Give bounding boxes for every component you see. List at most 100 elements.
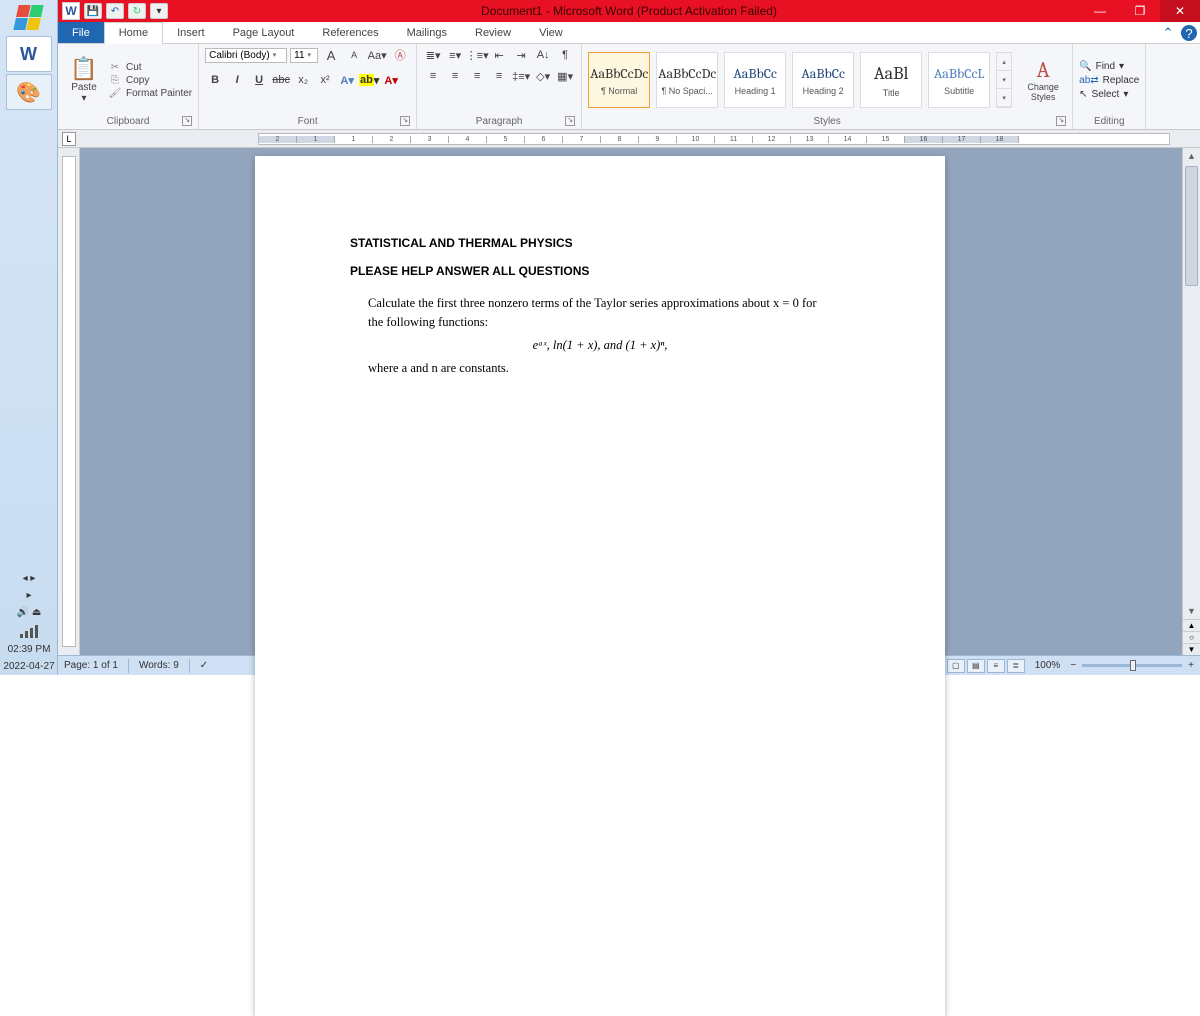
minimize-ribbon-icon[interactable]: ⌃ (1158, 22, 1178, 43)
zoom-out-button[interactable]: − (1070, 660, 1076, 671)
tab-references[interactable]: References (308, 22, 392, 43)
qat-save-icon[interactable]: 💾 (84, 3, 102, 19)
sort-button[interactable]: A↓ (533, 46, 553, 64)
format-painter-button[interactable]: 🖌Format Painter (108, 88, 192, 99)
view-full-screen[interactable]: ▢ (947, 659, 965, 673)
strikethrough-button[interactable]: abc (271, 71, 291, 89)
select-button[interactable]: ↖Select ▾ (1079, 89, 1139, 100)
subscript-button[interactable]: x₂ (293, 71, 313, 89)
style-title[interactable]: AaBlTitle (860, 52, 922, 108)
zoom-slider[interactable] (1082, 664, 1182, 667)
style-normal[interactable]: AaBbCcDc¶ Normal (588, 52, 650, 108)
volume-icon[interactable]: 🔊 ⏏ (0, 604, 58, 621)
clock-date[interactable]: 2022-04-27 (0, 658, 58, 675)
increase-indent-button[interactable]: ⇥ (511, 46, 531, 64)
font-size-select[interactable]: 11▾ (290, 48, 318, 63)
browse-object-icon[interactable]: ○ (1183, 631, 1200, 643)
align-right-button[interactable]: ≡ (467, 67, 487, 85)
clear-formatting-button[interactable]: Ⓐ (390, 46, 410, 64)
clock-time[interactable]: 02:39 PM (0, 641, 58, 658)
group-paragraph: ≣▾ ≡▾ ⋮≡▾ ⇤ ⇥ A↓ ¶ ≡ ≡ ≡ ≡ ‡≡▾ ◇▾ ▦▾ (417, 44, 582, 129)
doc-heading-2: PLEASE HELP ANSWER ALL QUESTIONS (350, 264, 850, 278)
style-subtitle[interactable]: AaBbCcLSubtitle (928, 52, 990, 108)
underline-button[interactable]: U (249, 71, 269, 89)
vertical-scrollbar[interactable]: ▲ ▼ ▲○▼ (1182, 148, 1200, 655)
font-name-select[interactable]: Calibri (Body)▾ (205, 48, 287, 63)
paste-icon: 📋 (70, 56, 97, 82)
scroll-up-icon[interactable]: ▲ (1183, 148, 1200, 164)
change-styles-button[interactable]: AChange Styles (1020, 52, 1066, 108)
vertical-ruler[interactable] (58, 148, 80, 655)
font-color-button[interactable]: A▾ (381, 71, 401, 89)
zoom-in-button[interactable]: + (1188, 660, 1194, 671)
paste-button[interactable]: 📋 Paste ▾ (64, 56, 104, 104)
status-words[interactable]: Words: 9 (139, 660, 179, 671)
cut-button[interactable]: ✂Cut (108, 62, 192, 73)
italic-button[interactable]: I (227, 71, 247, 89)
bullets-button[interactable]: ≣▾ (423, 46, 443, 64)
bold-button[interactable]: B (205, 71, 225, 89)
paragraph-launcher[interactable]: ↘ (565, 116, 575, 126)
zoom-level[interactable]: 100% (1035, 660, 1061, 671)
taskbar-word-icon[interactable]: W (6, 36, 52, 72)
maximize-button[interactable]: ❐ (1120, 0, 1160, 22)
minimize-button[interactable]: — (1080, 0, 1120, 22)
shrink-font-button[interactable]: A (344, 46, 364, 64)
text-effects-button[interactable]: A▾ (337, 71, 357, 89)
qat-customize-icon[interactable]: ▾ (150, 3, 168, 19)
taskbar-overflow[interactable]: ◂ ▸ (0, 570, 58, 587)
view-outline[interactable]: ≡ (987, 659, 1005, 673)
styles-launcher[interactable]: ↘ (1056, 116, 1066, 126)
close-button[interactable]: ✕ (1160, 0, 1200, 22)
scroll-down-icon[interactable]: ▼ (1183, 603, 1200, 619)
qat-redo-icon[interactable]: ↻ (128, 3, 146, 19)
clipboard-launcher[interactable]: ↘ (182, 116, 192, 126)
qat-undo-icon[interactable]: ↶ (106, 3, 124, 19)
status-proofing-icon[interactable]: ✓ (200, 660, 208, 671)
view-web-layout[interactable]: ▤ (967, 659, 985, 673)
style-heading1[interactable]: AaBbCcHeading 1 (724, 52, 786, 108)
tab-view[interactable]: View (525, 22, 577, 43)
align-left-button[interactable]: ≡ (423, 67, 443, 85)
tab-page-layout[interactable]: Page Layout (219, 22, 309, 43)
justify-button[interactable]: ≡ (489, 67, 509, 85)
prev-page-icon[interactable]: ▲ (1183, 619, 1200, 631)
change-case-button[interactable]: Aa▾ (367, 46, 387, 64)
network-icon[interactable] (0, 621, 58, 641)
align-center-button[interactable]: ≡ (445, 67, 465, 85)
superscript-button[interactable]: x² (315, 71, 335, 89)
decrease-indent-button[interactable]: ⇤ (489, 46, 509, 64)
status-page[interactable]: Page: 1 of 1 (64, 660, 118, 671)
tab-selector[interactable]: L (62, 132, 76, 146)
taskbar-paint-icon[interactable]: 🎨 (6, 74, 52, 110)
view-draft[interactable]: ≣ (1007, 659, 1025, 673)
borders-button[interactable]: ▦▾ (555, 67, 575, 85)
tab-home[interactable]: Home (104, 22, 163, 44)
horizontal-ruler[interactable]: 21 123456789101112131415161718 (258, 133, 1170, 145)
multilevel-button[interactable]: ⋮≡▾ (467, 46, 487, 64)
replace-button[interactable]: ab⇄Replace (1079, 75, 1139, 86)
document-page[interactable]: STATISTICAL AND THERMAL PHYSICS PLEASE H… (255, 156, 945, 1016)
shading-button[interactable]: ◇▾ (533, 67, 553, 85)
grow-font-button[interactable]: A (321, 46, 341, 64)
tab-insert[interactable]: Insert (163, 22, 219, 43)
style-heading2[interactable]: AaBbCcHeading 2 (792, 52, 854, 108)
scroll-thumb[interactable] (1185, 166, 1198, 286)
tab-review[interactable]: Review (461, 22, 525, 43)
font-launcher[interactable]: ↘ (400, 116, 410, 126)
style-no-spacing[interactable]: AaBbCcDc¶ No Spaci... (656, 52, 718, 108)
copy-button[interactable]: ⎘Copy (108, 75, 192, 86)
find-button[interactable]: 🔍Find ▾ (1079, 61, 1139, 72)
taskbar-show-desktop[interactable]: ▸ (0, 587, 58, 604)
styles-gallery-more[interactable]: ▴▾▾ (996, 52, 1012, 108)
line-spacing-button[interactable]: ‡≡▾ (511, 67, 531, 85)
show-marks-button[interactable]: ¶ (555, 46, 575, 64)
highlight-button[interactable]: ab▾ (359, 71, 379, 89)
tab-mailings[interactable]: Mailings (393, 22, 461, 43)
help-icon[interactable]: ? (1181, 25, 1197, 41)
tab-file[interactable]: File (58, 22, 104, 43)
start-button[interactable] (4, 2, 54, 32)
app-icon[interactable]: W (62, 2, 80, 20)
numbering-button[interactable]: ≡▾ (445, 46, 465, 64)
next-page-icon[interactable]: ▼ (1183, 643, 1200, 655)
